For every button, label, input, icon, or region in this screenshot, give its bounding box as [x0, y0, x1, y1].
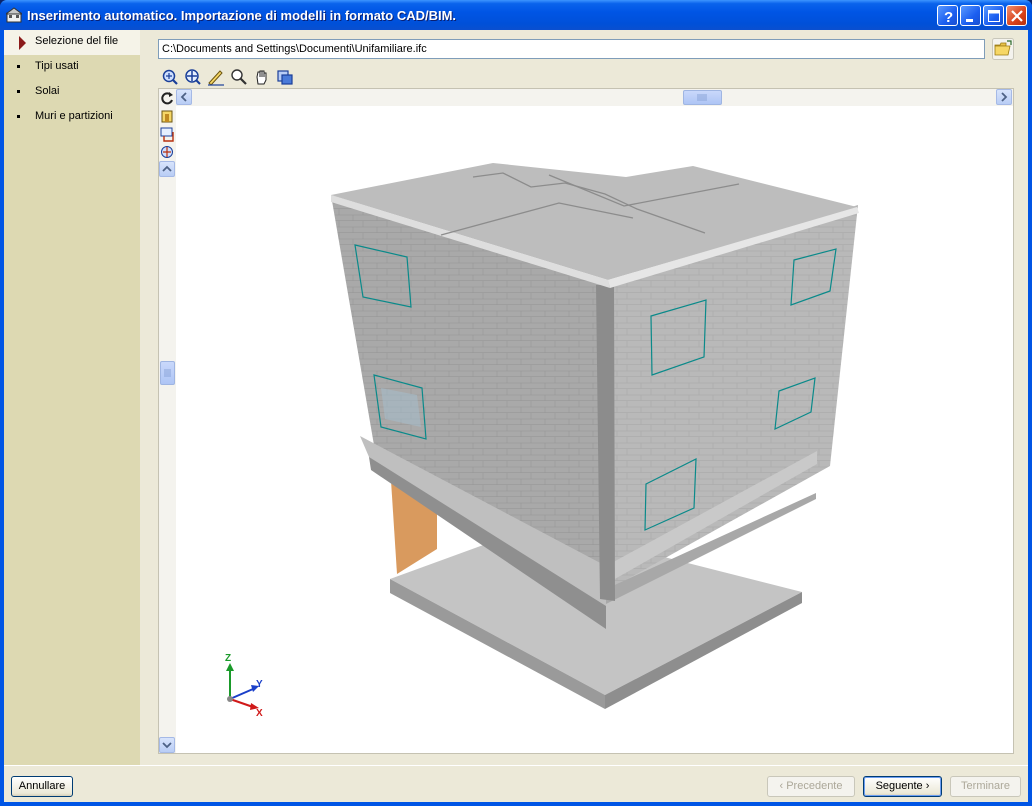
button-bar: Annullare ‹ Precedente Seguente › Termin…: [4, 765, 1028, 802]
view-icon[interactable]: [275, 68, 295, 86]
window-title: Inserimento automatico. Importazione di …: [27, 8, 457, 23]
step-muri-partizioni[interactable]: Muri e partizioni: [4, 105, 140, 130]
dialog-window: Inserimento automatico. Importazione di …: [0, 0, 1032, 806]
minimize-button[interactable]: [960, 5, 981, 26]
maximize-button[interactable]: [983, 5, 1004, 26]
help-button[interactable]: ?: [937, 5, 958, 26]
maximize-icon: [988, 10, 1000, 22]
bullet-icon: [17, 115, 20, 118]
step-solai[interactable]: Solai: [4, 80, 140, 105]
title-bar[interactable]: Inserimento automatico. Importazione di …: [0, 0, 1032, 30]
axis-y-label: Y: [256, 679, 263, 690]
question-icon: ?: [944, 9, 953, 24]
active-step-arrow-icon: [19, 36, 26, 50]
wizard-steps: Selezione del file Tipi usati Solai Muri…: [4, 30, 140, 765]
open-folder-icon[interactable]: [992, 38, 1014, 60]
close-icon: [1011, 10, 1023, 22]
app-icon: [6, 7, 22, 23]
close-button[interactable]: [1006, 5, 1027, 26]
axis-x-label: X: [256, 708, 263, 719]
step-label: Solai: [35, 85, 60, 97]
building-3d-model[interactable]: Z Y X: [159, 89, 1014, 754]
bullet-icon: [17, 65, 20, 68]
step-label: Tipi usati: [35, 60, 79, 72]
hand-pan-icon[interactable]: [252, 68, 272, 86]
next-button[interactable]: Seguente ›: [863, 776, 942, 797]
svg-text:?: ?: [944, 9, 953, 24]
previous-button[interactable]: ‹ Precedente: [767, 776, 855, 797]
zoom-window-icon[interactable]: [183, 68, 203, 86]
step-tipi-usati[interactable]: Tipi usati: [4, 55, 140, 80]
dialog-client: Selezione del file Tipi usati Solai Muri…: [4, 30, 1028, 802]
zoom-icon[interactable]: [229, 68, 249, 86]
pan-pen-icon[interactable]: [206, 68, 226, 86]
finish-button[interactable]: Terminare: [950, 776, 1021, 797]
main-content: C:\Documents and Settings\Documenti\Unif…: [154, 36, 1022, 762]
minimize-icon: [966, 19, 973, 22]
step-label: Muri e partizioni: [35, 110, 113, 122]
model-viewer[interactable]: Z Y X: [158, 88, 1014, 754]
file-path-field[interactable]: C:\Documents and Settings\Documenti\Unif…: [158, 39, 985, 59]
cancel-button[interactable]: Annullare: [11, 776, 73, 797]
zoom-extents-icon[interactable]: [160, 68, 180, 86]
step-selezione-file[interactable]: Selezione del file: [4, 30, 140, 55]
axis-z-label: Z: [225, 653, 231, 664]
step-label: Selezione del file: [35, 35, 119, 47]
axis-gizmo: Z Y X: [225, 653, 263, 719]
bullet-icon: [17, 90, 20, 93]
viewer-toolbar: [158, 66, 308, 88]
